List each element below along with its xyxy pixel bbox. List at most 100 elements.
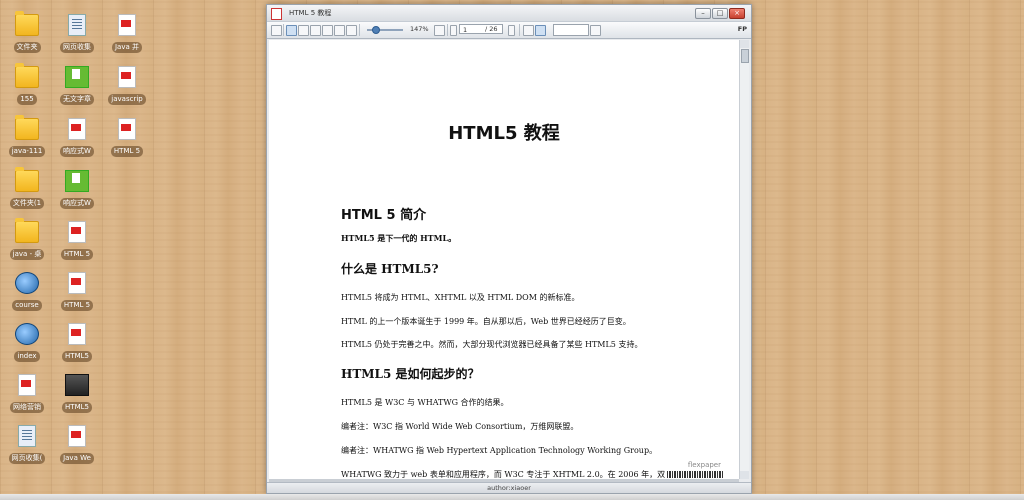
paragraph: WHATWG 致力于 web 表单和应用程序，而 W3C 专注于 XHTML 2… xyxy=(341,470,666,479)
single-page-view-button[interactable] xyxy=(286,25,297,36)
desktop-icon[interactable]: 网页收集 xyxy=(52,14,102,57)
desktop-icon[interactable]: Java We xyxy=(52,425,102,468)
desktop-icon-label: Java We xyxy=(60,453,94,464)
toolbar-separator xyxy=(359,24,360,36)
fit-page-button[interactable] xyxy=(334,25,345,36)
document-icon xyxy=(18,425,36,447)
pdf-file-icon xyxy=(68,425,86,447)
scrollbar-thumb[interactable] xyxy=(741,49,749,63)
desktop-icon[interactable]: 网络营销 xyxy=(2,374,52,417)
browser-icon xyxy=(15,323,39,345)
desktop-icon-label: java - 桌 xyxy=(9,249,45,260)
close-icon: × xyxy=(734,9,740,17)
next-page-button[interactable] xyxy=(508,25,515,36)
folder-icon xyxy=(15,63,39,88)
taskbar[interactable] xyxy=(0,494,1024,500)
desktop-icon[interactable]: 文件夹(1 xyxy=(2,167,52,213)
pdf-file-icon xyxy=(18,374,36,396)
folder-icon xyxy=(15,167,39,192)
desktop-icon[interactable]: 响应式W xyxy=(52,170,102,213)
hand-tool-button[interactable] xyxy=(535,25,546,36)
document-viewport[interactable]: HTML5 教程 HTML 5 简介 HTML5 是下一代的 HTML。 什么是… xyxy=(269,40,739,479)
desktop-icon[interactable]: 155 xyxy=(2,63,52,109)
desktop-icon-label: index xyxy=(14,351,40,362)
paragraph: 编者注：W3C 指 World Wide Web Consortium，万维网联… xyxy=(341,422,579,431)
previous-page-button[interactable] xyxy=(450,25,457,36)
desktop-icon-label: java-111 xyxy=(8,146,46,157)
maximize-icon: □ xyxy=(716,9,724,17)
print-button[interactable] xyxy=(271,25,282,36)
vertical-scrollbar[interactable] xyxy=(739,40,749,479)
pdf-viewer-window: HTML 5 教程 – □ × 147% 1 / 26 FP HTML5 教程 … xyxy=(266,4,752,494)
question-heading: 什么是 HTML5? xyxy=(341,262,439,276)
toolbar-separator xyxy=(283,24,284,36)
window-titlebar[interactable]: HTML 5 教程 – □ × xyxy=(267,5,751,21)
desktop-icon-label: 无文字章 xyxy=(60,94,94,105)
desktop-icon[interactable]: javascrip xyxy=(102,66,152,109)
section-heading: HTML 5 简介 xyxy=(341,208,427,223)
desktop-icon[interactable]: HTML5 xyxy=(52,374,102,417)
desktop-icon[interactable]: java - 桌 xyxy=(2,218,52,264)
desktop-icon[interactable]: 响应式W xyxy=(52,118,102,161)
desktop-icon[interactable]: course xyxy=(2,272,52,315)
search-icon[interactable] xyxy=(590,25,601,36)
page-total: / 26 xyxy=(485,25,498,33)
pdf-file-icon xyxy=(118,14,136,36)
thumbnail-view-button[interactable] xyxy=(310,25,321,36)
desktop-icon-label: Java 并 xyxy=(111,42,142,53)
desktop-icon[interactable]: 文件夹 xyxy=(2,11,52,57)
rotate-button[interactable] xyxy=(346,25,357,36)
desktop-icon-label: 文件夹(1 xyxy=(9,198,45,209)
desktop-icon[interactable]: HTML5 xyxy=(52,323,102,366)
document-title: HTML5 教程 xyxy=(448,123,560,144)
desktop-icon[interactable]: HTML 5 xyxy=(52,221,102,264)
toolbar-separator xyxy=(447,24,448,36)
archive-icon xyxy=(65,374,89,396)
desktop-icon-label: 文件夹 xyxy=(13,42,41,53)
desktop-icon[interactable]: Java 并 xyxy=(102,14,152,57)
folder-icon xyxy=(15,115,39,140)
folder-icon xyxy=(15,218,39,243)
pdf-file-icon xyxy=(68,272,86,294)
paragraph: HTML 的上一个版本诞生于 1999 年。自从那以后，Web 世界已经经历了巨… xyxy=(341,317,631,326)
desktop-icon-label: 响应式W xyxy=(60,146,94,157)
minimize-button[interactable]: – xyxy=(695,8,711,19)
desktop-icon[interactable]: index xyxy=(2,323,52,366)
desktop-icon-label: 网页收集( xyxy=(8,453,46,464)
minimize-icon: – xyxy=(701,9,705,17)
desktop-icon[interactable]: HTML 5 xyxy=(102,118,152,161)
desktop-icon[interactable]: 网页收集( xyxy=(2,425,52,468)
two-page-view-button[interactable] xyxy=(298,25,309,36)
desktop-icon-label: HTML5 xyxy=(62,351,92,362)
desktop-icon-label: javascrip xyxy=(108,94,146,105)
pdf-file-icon xyxy=(68,118,86,140)
flexpaper-logo: FP xyxy=(737,25,747,33)
pdf-file-icon xyxy=(68,323,86,345)
desktop-icon-label: 响应式W xyxy=(60,198,94,209)
paragraph: HTML5 是 W3C 与 WHATWG 合作的结果。 xyxy=(341,398,509,407)
toolbar-separator xyxy=(519,24,520,36)
pdf-file-icon xyxy=(118,66,136,88)
barcode-image xyxy=(667,471,723,478)
scroll-up-arrow-icon[interactable] xyxy=(740,40,749,48)
page-number-value: 1 xyxy=(463,26,468,34)
desktop-icon[interactable]: 无文字章 xyxy=(52,66,102,109)
desktop-icon-label: 网络营销 xyxy=(10,402,44,413)
scroll-down-arrow-icon[interactable] xyxy=(740,471,749,479)
desktop-icon[interactable]: HTML 5 xyxy=(52,272,102,315)
fit-width-button[interactable] xyxy=(322,25,333,36)
lead-paragraph: HTML5 是下一代的 HTML。 xyxy=(341,233,457,243)
search-input[interactable] xyxy=(553,24,589,36)
maximize-button[interactable]: □ xyxy=(712,8,728,19)
desktop-icon[interactable]: java-111 xyxy=(2,115,52,161)
document-icon xyxy=(68,14,86,36)
paragraph: HTML5 将成为 HTML、XHTML 以及 HTML DOM 的新标准。 xyxy=(341,293,580,302)
close-button[interactable]: × xyxy=(729,8,745,19)
fullscreen-button[interactable] xyxy=(434,25,445,36)
zoom-slider-handle[interactable] xyxy=(372,26,380,34)
desktop-icon-label: course xyxy=(12,300,42,311)
question-heading: HTML5 是如何起步的？ xyxy=(341,367,480,381)
paragraph: HTML5 仍处于完善之中。然而，大部分现代浏览器已经具备了某些 HTML5 支… xyxy=(341,340,643,349)
select-text-button[interactable] xyxy=(523,25,534,36)
pdf-file-icon xyxy=(68,221,86,243)
